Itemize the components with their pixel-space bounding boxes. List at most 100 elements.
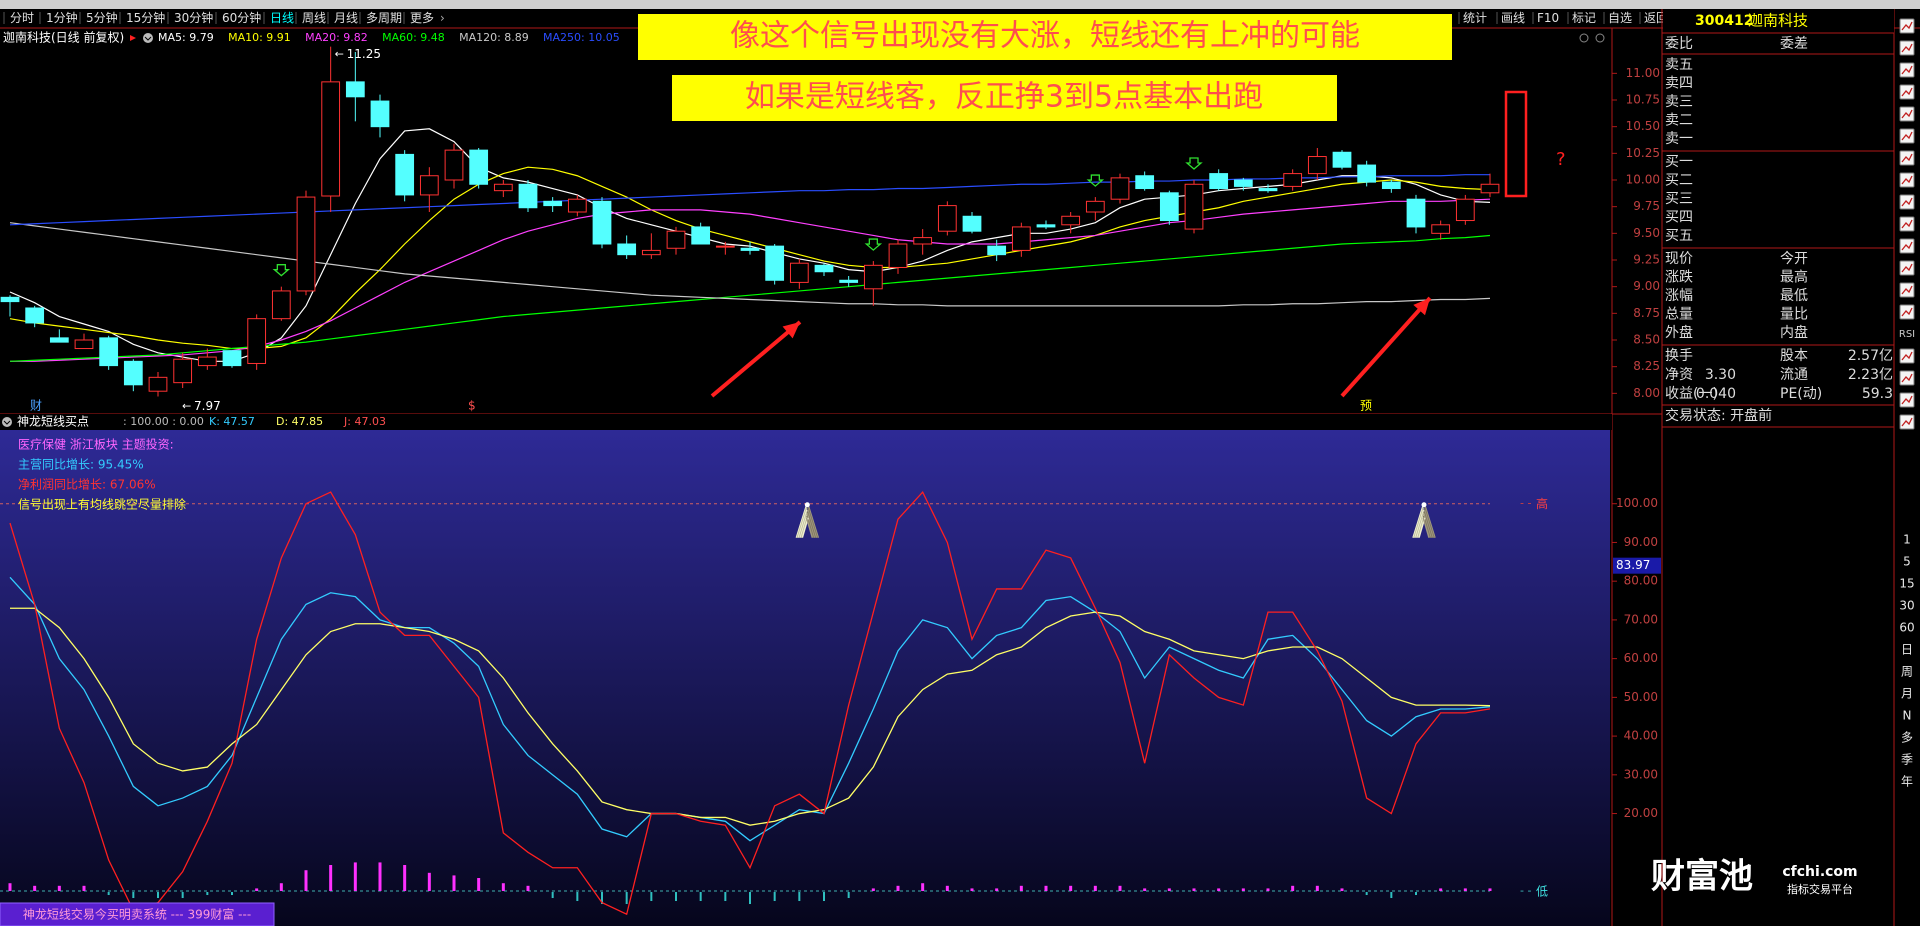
period-tab-7[interactable]: 周线 <box>302 11 326 25</box>
period-tab-6[interactable]: 日线 <box>270 11 294 25</box>
volume-bar-positive <box>378 862 382 892</box>
info-line-2: 净利润同比增长: 67.06% <box>18 478 156 492</box>
period-shortcut-0[interactable]: 1 <box>1903 533 1911 547</box>
price-tick-label: 9.00 <box>1633 279 1660 293</box>
volume-bar-negative <box>847 892 850 899</box>
candle <box>1011 226 1031 251</box>
buy-level-5: 买五 <box>1665 228 1693 244</box>
price-tick-label: 8.25 <box>1633 359 1660 373</box>
period-shortcut-7[interactable]: 月 <box>1901 687 1913 701</box>
toolbar-button-4[interactable]: 自选 <box>1608 11 1632 25</box>
candle <box>493 183 513 192</box>
volume-bar-positive <box>1069 885 1073 892</box>
weibi-label: 委比 <box>1665 36 1693 52</box>
volume-bar-positive <box>501 883 505 892</box>
candle <box>395 153 415 196</box>
volume-bar-positive <box>1439 888 1443 892</box>
rsi-icon[interactable]: RSI <box>1899 329 1915 340</box>
candle <box>937 205 957 232</box>
volume-bar-negative <box>157 892 159 899</box>
period-shortcut-4[interactable]: 60 <box>1899 621 1914 635</box>
finance-value: 0.040 <box>1696 386 1736 402</box>
candle <box>1233 179 1253 187</box>
finance-label: 换手 <box>1665 347 1693 364</box>
volume-bar-positive <box>921 883 925 892</box>
period-shortcut-3[interactable]: 30 <box>1899 599 1914 613</box>
period-tab-8[interactable]: 月线 <box>334 11 358 25</box>
volume-bar-negative <box>675 892 677 902</box>
period-tab-5[interactable]: 60分钟 <box>222 10 261 25</box>
price-tick-label: 9.75 <box>1633 199 1660 213</box>
indicator-options-icon[interactable] <box>143 33 153 43</box>
volume-bar-positive <box>255 888 259 892</box>
candle <box>296 196 316 292</box>
indicator-menu-icon[interactable] <box>2 417 12 427</box>
volume-bar-positive <box>279 883 283 892</box>
candle <box>987 245 1007 256</box>
period-shortcut-8[interactable]: N <box>1903 709 1912 723</box>
toolbar-button-3[interactable]: 标记 <box>1572 11 1596 25</box>
buy-level-1: 买一 <box>1665 154 1693 170</box>
annotation-text-2: 如果是短线客，反正挣3到5点基本出跑 <box>745 80 1263 115</box>
volume-bar-positive <box>1463 888 1467 892</box>
sell-level-4: 卖四 <box>1665 76 1693 92</box>
candle <box>197 356 217 367</box>
volume-bar-positive <box>1167 888 1171 892</box>
volume-bar-positive <box>329 865 333 892</box>
candle <box>740 247 760 251</box>
period-tab-10[interactable]: 更多 <box>410 11 434 25</box>
volume-bar-negative <box>181 892 184 899</box>
period-tab-0[interactable]: 分时 <box>10 11 34 25</box>
brand-url: cfchi.com <box>1782 864 1857 880</box>
buy-level-2: 买二 <box>1665 173 1693 189</box>
toolbar-button-0[interactable]: 统计 <box>1463 11 1487 25</box>
finance-value: 3.30 <box>1705 367 1736 383</box>
period-shortcut-11[interactable]: 年 <box>1901 775 1913 789</box>
sell-level-5: 卖五 <box>1665 57 1693 73</box>
candle <box>370 100 390 128</box>
sell-level-1: 卖一 <box>1665 131 1693 147</box>
period-tab-9[interactable]: 多周期 <box>366 11 402 25</box>
weicha-label: 委差 <box>1780 36 1808 52</box>
period-shortcut-1[interactable]: 5 <box>1903 555 1911 569</box>
toolbar-button-2[interactable]: F10 <box>1537 11 1559 25</box>
period-tab-3[interactable]: 15分钟 <box>126 10 165 25</box>
ma-label-3: MA60: 9.48 <box>382 31 445 44</box>
candle <box>99 337 119 367</box>
candle <box>666 230 686 249</box>
low-arrow-icon: ← <box>182 400 191 413</box>
price-tick-label: 8.75 <box>1633 306 1660 320</box>
candle <box>518 183 538 209</box>
period-shortcut-5[interactable]: 日 <box>1901 643 1913 657</box>
period-shortcut-10[interactable]: 季 <box>1901 753 1913 767</box>
d-value: D: 47.85 <box>276 415 323 428</box>
candle <box>1307 156 1327 175</box>
period-tab-1[interactable]: 1分钟 <box>46 10 78 25</box>
candle <box>592 200 612 245</box>
candle <box>444 149 464 181</box>
period-tab-2[interactable]: 5分钟 <box>86 10 118 25</box>
candle <box>148 376 168 392</box>
volume-bar-negative <box>773 892 776 902</box>
period-shortcut-9[interactable]: 多 <box>1901 731 1913 745</box>
sell-level-2: 卖二 <box>1665 113 1693 129</box>
indicator-title: 神龙短线买点 <box>17 415 89 429</box>
volume-bar-positive <box>896 885 900 892</box>
finance-label: 股本 <box>1780 348 1808 364</box>
volume-bar-negative <box>1415 892 1417 896</box>
toolbar-button-1[interactable]: 画线 <box>1501 11 1525 25</box>
period-tab-4[interactable]: 30分钟 <box>174 10 213 25</box>
period-shortcut-6[interactable]: 周 <box>1901 665 1913 679</box>
candle <box>1283 173 1303 187</box>
indicator-tick-label: 30.00 <box>1624 767 1658 781</box>
volume-bar-negative <box>1365 892 1368 896</box>
forecast-marker: 预 <box>1360 399 1372 413</box>
brand-slogan: 指标交易平台 <box>1787 882 1853 896</box>
price-tick-label: 8.50 <box>1633 333 1660 347</box>
period-shortcut-2[interactable]: 15 <box>1899 577 1914 591</box>
candle <box>1159 192 1179 222</box>
question-mark: ? <box>1556 149 1566 170</box>
volume-bar-positive <box>945 885 949 892</box>
candle <box>1036 224 1056 228</box>
info-line-3: 信号出现上有均线跳空尽量排除 <box>18 497 186 512</box>
